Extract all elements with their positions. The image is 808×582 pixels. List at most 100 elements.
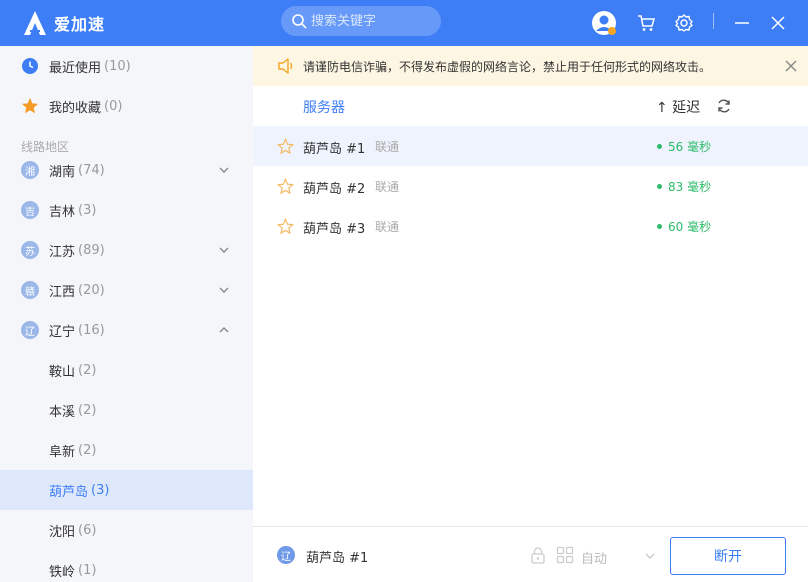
cart-button[interactable] (632, 9, 660, 37)
sidebar-city-huludao[interactable]: 葫芦岛 (3) (0, 470, 253, 510)
star-outline-icon[interactable] (277, 218, 294, 235)
mode-select-value[interactable]: 自动 (581, 548, 607, 567)
city-label: 阜新 (49, 444, 76, 460)
server-name: 葫芦岛 #1 (303, 142, 366, 157)
sidebar-item-label: 最近使用 (49, 60, 102, 76)
city-label: 鞍山 (49, 364, 76, 380)
region-count: (74) (78, 162, 105, 178)
app-logo: 爱加速 (22, 10, 105, 36)
chevron-down-icon[interactable] (218, 284, 230, 296)
city-label: 沈阳 (49, 524, 76, 540)
clock-icon (22, 58, 38, 74)
server-row[interactable]: 葫芦岛 #1 联通 56 毫秒 (253, 126, 808, 166)
server-list-header: 服务器 ↑ 延迟 (253, 86, 808, 126)
server-row[interactable]: 葫芦岛 #2 联通 83 毫秒 (253, 166, 808, 206)
column-latency-sort[interactable]: ↑ 延迟 (656, 97, 700, 117)
server-name: 葫芦岛 #2 (303, 182, 366, 197)
sidebar-item-count: (10) (104, 58, 131, 74)
connection-footer: 辽 葫芦岛 #1 自动 断开 (253, 526, 808, 582)
column-server[interactable]: 服务器 (303, 97, 345, 117)
sidebar-region-hunan[interactable]: 湘 湖南 (74) (0, 150, 253, 190)
chevron-down-icon[interactable] (218, 164, 230, 176)
app-name: 爱加速 (54, 15, 106, 34)
sidebar-city-fuxin[interactable]: 阜新 (2) (0, 430, 253, 470)
region-label: 湖南 (49, 164, 76, 180)
sidebar-city-benxi[interactable]: 本溪 (2) (0, 390, 253, 430)
star-outline-icon[interactable] (277, 178, 294, 195)
star-outline-icon[interactable] (277, 138, 294, 155)
sidebar-region-liaoning[interactable]: 辽 辽宁 (16) (0, 310, 253, 350)
sidebar-item-label: 我的收藏 (49, 100, 102, 116)
title-bar: 爱加速 (0, 0, 808, 46)
server-row[interactable]: 葫芦岛 #3 联通 60 毫秒 (253, 206, 808, 246)
city-label: 铁岭 (49, 564, 76, 580)
server-name: 葫芦岛 #3 (303, 222, 366, 237)
region-count: (3) (78, 202, 97, 218)
sidebar-item-favorites[interactable]: 我的收藏 (0) (0, 86, 253, 126)
logo-icon (24, 11, 46, 35)
settings-button[interactable] (670, 9, 698, 37)
server-isp: 联通 (375, 140, 400, 154)
sidebar-item-count: (0) (104, 98, 123, 114)
city-count: (1) (78, 562, 97, 578)
lock-icon[interactable] (529, 546, 547, 564)
search-icon (292, 14, 307, 29)
region-label: 辽宁 (49, 324, 76, 340)
chevron-up-icon[interactable] (218, 324, 230, 336)
close-icon[interactable] (784, 59, 798, 73)
chevron-down-icon[interactable] (218, 244, 230, 256)
minimize-icon (735, 22, 749, 24)
sidebar-region-jiangsu[interactable]: 苏 江苏 (89) (0, 230, 253, 270)
sidebar-city-shenyang[interactable]: 沈阳 (6) (0, 510, 253, 550)
region-label: 江西 (49, 284, 76, 300)
current-server-name: 葫芦岛 #1 (306, 551, 369, 566)
city-count: (2) (78, 362, 97, 378)
grid-icon[interactable] (556, 546, 574, 564)
region-badge: 湘 (21, 161, 39, 179)
refresh-icon[interactable] (716, 98, 732, 114)
gear-icon (675, 14, 693, 32)
city-label: 本溪 (49, 404, 76, 420)
user-avatar-button[interactable] (590, 9, 618, 37)
speaker-icon (278, 58, 293, 74)
minimize-button[interactable] (728, 9, 756, 37)
region-badge: 赣 (21, 281, 39, 299)
city-count: (3) (91, 482, 110, 498)
sidebar-region-jiangxi[interactable]: 赣 江西 (20) (0, 270, 253, 310)
server-isp: 联通 (375, 180, 400, 194)
region-label: 江苏 (49, 244, 76, 260)
star-icon (22, 98, 38, 114)
cart-icon (638, 15, 655, 31)
avatar-icon (592, 11, 616, 35)
search-box[interactable] (281, 6, 441, 36)
region-badge: 辽 (277, 546, 295, 564)
sidebar-city-anshan[interactable]: 鞍山 (2) (0, 350, 253, 390)
sidebar-region-jilin[interactable]: 吉 吉林 (3) (0, 190, 253, 230)
region-count: (20) (78, 282, 105, 298)
server-isp: 联通 (375, 220, 400, 234)
sidebar-item-recent[interactable]: 最近使用 (10) (0, 46, 253, 86)
server-latency: 56 毫秒 (657, 138, 711, 155)
city-label: 葫芦岛 (49, 484, 89, 500)
server-latency: 83 毫秒 (657, 178, 711, 195)
city-count: (6) (78, 522, 97, 538)
notice-text: 请谨防电信诈骗，不得发布虚假的网络言论，禁止用于任何形式的网络攻击。 (303, 59, 712, 74)
sidebar-city-tieling[interactable]: 铁岭 (1) (0, 550, 253, 582)
region-count: (89) (78, 242, 105, 258)
city-count: (2) (78, 442, 97, 458)
region-label: 吉林 (49, 204, 76, 220)
sidebar: 最近使用 (10) 我的收藏 (0) 线路地区 湘 湖南 (74) 吉 吉林 (… (0, 46, 253, 582)
region-badge: 吉 (21, 201, 39, 219)
region-badge: 苏 (21, 241, 39, 259)
region-count: (16) (78, 322, 105, 338)
city-count: (2) (78, 402, 97, 418)
search-input[interactable] (311, 13, 431, 29)
close-icon (771, 16, 785, 30)
server-latency: 60 毫秒 (657, 218, 711, 235)
titlebar-separator (713, 13, 714, 29)
notice-bar: 请谨防电信诈骗，不得发布虚假的网络言论，禁止用于任何形式的网络攻击。 (253, 46, 808, 86)
region-badge: 辽 (21, 321, 39, 339)
chevron-down-icon[interactable] (644, 551, 656, 561)
disconnect-button[interactable]: 断开 (670, 537, 786, 575)
close-button[interactable] (764, 9, 792, 37)
